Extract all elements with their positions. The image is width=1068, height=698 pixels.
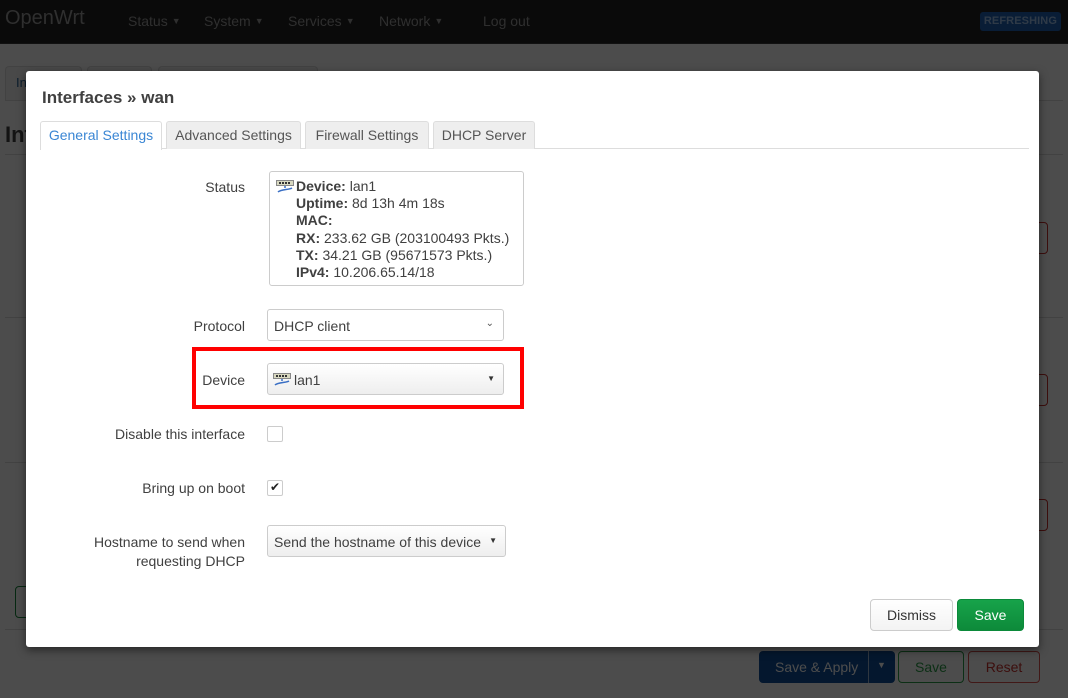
status-ipv4: IPv4: 10.206.65.14/18 bbox=[296, 264, 523, 281]
ethernet-port-icon bbox=[273, 373, 291, 386]
status-rx: RX: 233.62 GB (203100493 Pkts.) bbox=[296, 230, 523, 247]
status-key: IPv4: bbox=[296, 264, 330, 281]
caret-down-icon: ▼ bbox=[489, 536, 497, 545]
status-tx: TX: 34.21 GB (95671573 Pkts.) bbox=[296, 247, 523, 264]
modal-title: Interfaces » wan bbox=[42, 88, 175, 107]
status-value: 233.62 GB (203100493 Pkts.) bbox=[320, 229, 510, 246]
status-device: Device: lan1 bbox=[296, 178, 523, 195]
hostname-select[interactable]: Send the hostname of this device ▼ bbox=[267, 525, 506, 557]
status-box: Device: lan1 Uptime: 8d 13h 4m 18s MAC: … bbox=[269, 171, 524, 286]
status-value: 8d 13h 4m 18s bbox=[348, 195, 445, 212]
tab-advanced-settings[interactable]: Advanced Settings bbox=[166, 121, 301, 149]
tab-general-settings[interactable]: General Settings bbox=[40, 121, 162, 150]
interface-edit-modal: Interfaces » wan General Settings Advanc… bbox=[26, 71, 1039, 647]
status-label: Status bbox=[205, 179, 245, 195]
checkmark-icon: ✔ bbox=[270, 480, 281, 494]
status-mac: MAC: bbox=[296, 212, 523, 229]
protocol-label: Protocol bbox=[193, 318, 245, 334]
tab-firewall-settings[interactable]: Firewall Settings bbox=[305, 121, 429, 149]
tab-dhcp-server[interactable]: DHCP Server bbox=[433, 121, 535, 149]
protocol-select[interactable]: DHCP client ⌄ bbox=[267, 309, 504, 341]
status-key: MAC: bbox=[296, 212, 333, 229]
hostname-label-line1: Hostname to send when bbox=[94, 534, 245, 550]
disable-interface-label: Disable this interface bbox=[115, 426, 245, 442]
device-label: Device bbox=[202, 372, 245, 388]
ethernet-port-icon bbox=[276, 180, 294, 193]
status-value: 10.206.65.14/18 bbox=[329, 264, 435, 281]
hostname-label: Hostname to send when requesting DHCP bbox=[94, 533, 245, 571]
hostname-value: Send the hostname of this device bbox=[274, 534, 482, 550]
hostname-label-line2: requesting DHCP bbox=[136, 553, 245, 569]
protocol-value: DHCP client bbox=[274, 318, 350, 334]
chevron-down-icon: ⌄ bbox=[485, 318, 494, 329]
bring-up-on-boot-checkbox[interactable]: ✔ bbox=[267, 480, 283, 496]
bring-up-on-boot-label: Bring up on boot bbox=[142, 480, 245, 496]
status-uptime: Uptime: 8d 13h 4m 18s bbox=[296, 195, 523, 212]
device-value: lan1 bbox=[294, 372, 321, 388]
caret-down-icon: ▼ bbox=[487, 374, 495, 383]
status-key: Device: bbox=[296, 178, 346, 194]
status-key: TX: bbox=[296, 246, 319, 263]
status-value: lan1 bbox=[345, 178, 377, 194]
modal-tabs: General Settings Advanced Settings Firew… bbox=[40, 121, 1029, 150]
status-key: RX: bbox=[296, 229, 321, 246]
dismiss-button[interactable]: Dismiss bbox=[870, 599, 953, 631]
disable-interface-checkbox[interactable] bbox=[267, 426, 283, 442]
status-value: 34.21 GB (95671573 Pkts.) bbox=[318, 246, 493, 263]
save-button[interactable]: Save bbox=[957, 599, 1024, 631]
device-select[interactable]: lan1 ▼ bbox=[267, 363, 504, 395]
status-key: Uptime: bbox=[296, 195, 349, 212]
